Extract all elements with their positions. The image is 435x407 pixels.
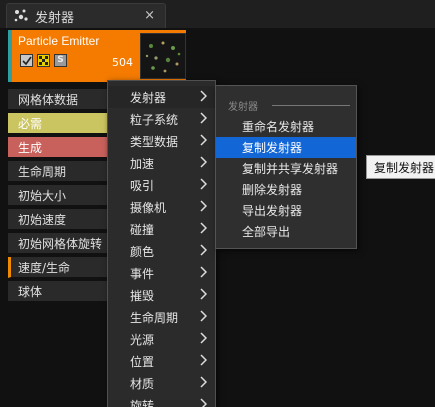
tab-emitter[interactable]: 发射器 ×: [6, 3, 166, 28]
particle-system-icon: [14, 9, 28, 22]
chevron-right-icon: [200, 90, 207, 102]
menu-item-material[interactable]: 材质: [108, 372, 215, 394]
emitter-enabled-checkbox[interactable]: [20, 54, 33, 67]
close-icon[interactable]: ×: [144, 8, 155, 23]
submenu-header: 发射器: [228, 102, 258, 113]
menu-item-emitter[interactable]: 发射器: [108, 86, 215, 108]
menu-item-label: 吸引: [130, 178, 155, 193]
menu-item-label: 事件: [130, 266, 155, 281]
menu-item-label: 光源: [130, 332, 155, 347]
menu-item-label: 生命周期: [130, 310, 179, 325]
menu-item-location[interactable]: 位置: [108, 350, 215, 372]
delete-emitter-item[interactable]: 删除发射器: [216, 179, 356, 200]
menu-item-label: 加速: [130, 156, 155, 171]
menu-item-kill[interactable]: 摧毁: [108, 284, 215, 306]
module-required[interactable]: 必需: [8, 113, 108, 134]
tab-title: 发射器: [35, 10, 75, 26]
context-menu: 发射器 粒子系统 类型数据 加速 吸引 摄像机 碰撞 颜色 事件 摧毁 生命周期…: [107, 80, 216, 407]
chevron-right-icon: [200, 200, 207, 212]
menu-item-label: 位置: [130, 354, 155, 369]
particle-count: 504: [112, 56, 133, 69]
chevron-right-icon: [200, 332, 207, 344]
menu-item-collision[interactable]: 碰撞: [108, 218, 215, 240]
submenu-separator: [272, 105, 350, 106]
menu-item-camera[interactable]: 摄像机: [108, 196, 215, 218]
chevron-right-icon: [200, 354, 207, 366]
emitter-card[interactable]: Particle Emitter S 504: [8, 30, 186, 82]
module-mesh-data[interactable]: 网格体数据: [8, 89, 108, 110]
menu-item-particle-system[interactable]: 粒子系统: [108, 108, 215, 130]
chevron-right-icon: [200, 156, 207, 168]
module-sphere[interactable]: 球体: [8, 281, 108, 302]
menu-item-light[interactable]: 光源: [108, 328, 215, 350]
chevron-right-icon: [200, 376, 207, 388]
module-initial-size[interactable]: 初始大小: [8, 185, 108, 206]
emitter-solo-button[interactable]: S: [54, 54, 67, 67]
chevron-right-icon: [200, 288, 207, 300]
menu-item-rotation[interactable]: 旋转: [108, 394, 215, 407]
module-initial-velocity[interactable]: 初始速度: [8, 209, 108, 230]
menu-item-label: 材质: [130, 376, 155, 391]
menu-item-label: 摄像机: [130, 200, 167, 215]
chevron-right-icon: [200, 266, 207, 278]
export-emitter-item[interactable]: 导出发射器: [216, 200, 356, 221]
module-lifetime[interactable]: 生命周期: [8, 161, 108, 182]
checker-icon: [38, 55, 48, 65]
chevron-right-icon: [200, 112, 207, 124]
emitter-render-mode-checkbox[interactable]: [37, 54, 50, 67]
rename-emitter-item[interactable]: 重命名发射器: [216, 116, 356, 137]
chevron-right-icon: [200, 398, 207, 407]
export-all-item[interactable]: 全部导出: [216, 221, 356, 242]
menu-item-label: 类型数据: [130, 134, 179, 149]
emitter-toggles: S: [20, 54, 67, 67]
menu-item-lifetime[interactable]: 生命周期: [108, 306, 215, 328]
menu-item-type-data[interactable]: 类型数据: [108, 130, 215, 152]
module-initial-mesh-rotation[interactable]: 初始网格体旋转: [8, 233, 108, 254]
chevron-right-icon: [200, 222, 207, 234]
emitter-thumbnail: [140, 33, 186, 79]
check-icon: [21, 56, 32, 65]
emitter-submenu: 发射器 重命名发射器 复制发射器 复制并共享发射器 删除发射器 导出发射器 全部…: [215, 85, 357, 249]
menu-item-label: 粒子系统: [130, 112, 179, 127]
module-velocity-life[interactable]: 速度/生命: [8, 257, 108, 278]
menu-item-label: 摧毁: [130, 288, 155, 303]
menu-item-label: 颜色: [130, 244, 155, 259]
duplicate-share-emitter-item[interactable]: 复制并共享发射器: [216, 158, 356, 179]
module-spawn[interactable]: 生成: [8, 137, 108, 158]
menu-item-attraction[interactable]: 吸引: [108, 174, 215, 196]
menu-item-label: 发射器: [130, 90, 167, 105]
menu-item-label: 旋转: [130, 398, 155, 407]
menu-item-label: 碰撞: [130, 222, 155, 237]
menu-item-acceleration[interactable]: 加速: [108, 152, 215, 174]
chevron-right-icon: [200, 244, 207, 256]
menu-item-color[interactable]: 颜色: [108, 240, 215, 262]
chevron-right-icon: [200, 134, 207, 146]
tooltip: 复制发射器: [366, 155, 435, 179]
chevron-right-icon: [200, 178, 207, 190]
thumbnail-image: [141, 34, 185, 78]
menu-item-event[interactable]: 事件: [108, 262, 215, 284]
chevron-right-icon: [200, 310, 207, 322]
emitter-name: Particle Emitter: [18, 34, 100, 48]
tab-bar: 发射器 ×: [0, 0, 435, 28]
duplicate-emitter-item[interactable]: 复制发射器: [216, 137, 356, 158]
